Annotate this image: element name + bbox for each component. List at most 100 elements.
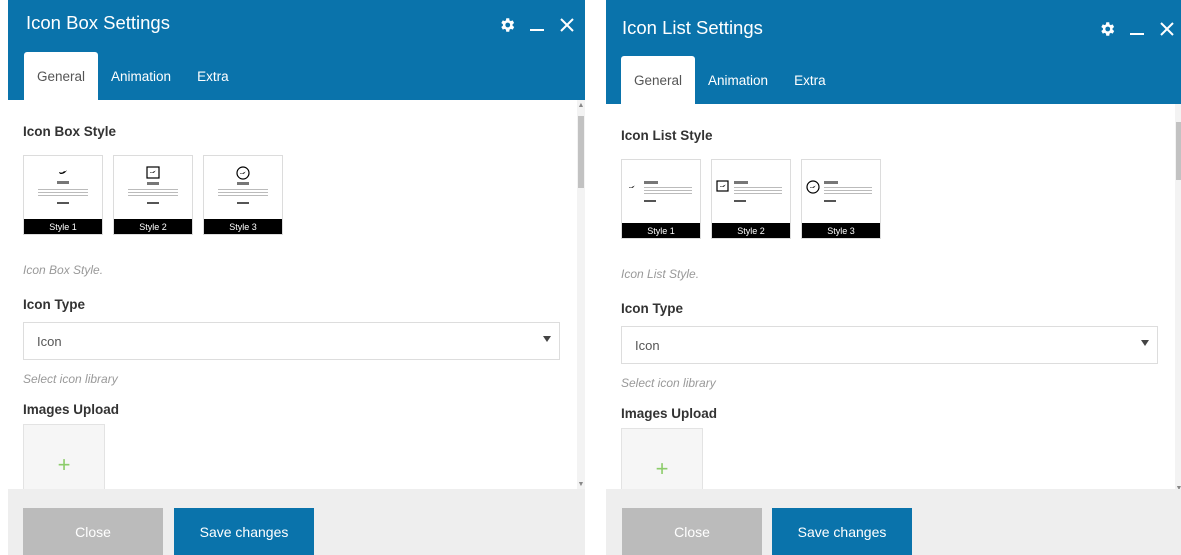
icon-circle [236, 166, 250, 180]
scrollbar-thumb[interactable] [578, 116, 584, 188]
style-option-3[interactable]: Style 3 [203, 155, 283, 235]
twitter-bird-icon [810, 185, 816, 188]
preview-heading [644, 181, 658, 184]
icon-type-value: Icon [635, 337, 660, 353]
preview-heading [237, 182, 249, 185]
plus-icon: + [655, 456, 669, 481]
preview-line [734, 193, 782, 194]
preview-line [218, 189, 268, 190]
tab-extra[interactable]: Extra [781, 56, 839, 104]
twitter-bird-icon [150, 170, 156, 173]
preview-line [644, 187, 692, 188]
settings-form: Icon List Style Style 1 Style 2 Style 3 … [606, 128, 1181, 493]
image-upload-button[interactable]: + [621, 428, 703, 493]
style-1-preview [38, 170, 88, 204]
tab-animation[interactable]: Animation [695, 56, 781, 104]
preview-line [218, 195, 268, 196]
preview-divider [237, 202, 249, 204]
panel-title: Icon Box Settings [26, 12, 170, 33]
icon-list-settings-panel: Icon List Settings General Animation Ext… [606, 0, 1181, 555]
preview-line [824, 187, 872, 188]
style-description: Icon Box Style. [23, 263, 104, 277]
preview-divider [147, 202, 159, 204]
panel-title: Icon List Settings [622, 17, 763, 38]
preview-divider [57, 202, 69, 204]
style-2-preview [128, 166, 178, 204]
chevron-down-icon [543, 336, 551, 342]
icon-type-value: Icon [37, 333, 62, 349]
minimize-icon[interactable] [1127, 18, 1147, 40]
preview-line [38, 189, 88, 190]
image-upload-button[interactable]: + [23, 424, 105, 489]
panel-body: Icon List Style Style 1 Style 2 Style 3 … [606, 104, 1181, 493]
header-controls [497, 12, 577, 38]
style-label: Icon List Style [621, 128, 713, 143]
scrollbar[interactable]: ▼ [1175, 104, 1181, 493]
style-options: Style 1 Style 2 Style 3 [621, 159, 1158, 239]
preview-line [824, 190, 872, 191]
tab-bar: General Animation Extra [24, 52, 242, 100]
preview-line [734, 187, 782, 188]
preview-line [38, 192, 88, 193]
preview-heading [824, 181, 838, 184]
minimize-icon[interactable] [527, 14, 547, 36]
tab-general[interactable]: General [24, 52, 99, 100]
scroll-down-icon[interactable]: ▼ [578, 481, 585, 488]
tab-extra[interactable]: Extra [184, 52, 242, 100]
twitter-bird-icon [59, 170, 67, 174]
preview-line [734, 190, 782, 191]
gear-icon[interactable] [1097, 18, 1117, 40]
save-changes-button[interactable]: Save changes [772, 508, 912, 555]
close-icon[interactable] [557, 14, 577, 36]
preview-divider [644, 200, 656, 202]
style-option-caption: Style 2 [114, 219, 192, 234]
style-3-preview [218, 166, 268, 204]
icon-type-description: Select icon library [23, 372, 118, 386]
style-options: Style 1 Style 2 Style 3 [23, 155, 560, 235]
style-option-caption: Style 3 [204, 219, 282, 234]
preview-heading [734, 181, 748, 184]
icon-type-description: Select icon library [621, 376, 716, 390]
preview-line [824, 193, 872, 194]
style-option-3[interactable]: Style 3 [801, 159, 881, 239]
scrollbar-thumb[interactable] [1176, 122, 1181, 180]
gear-icon[interactable] [497, 14, 517, 36]
icon-type-select[interactable]: Icon [621, 326, 1158, 364]
preview-line [218, 192, 268, 193]
preview-line [128, 195, 178, 196]
icon-box-settings-panel: Icon Box Settings General Animation Extr… [8, 0, 585, 555]
icon-type-label: Icon Type [23, 297, 86, 312]
panel-footer: Close Save changes [8, 489, 585, 555]
close-button[interactable]: Close [23, 508, 163, 555]
style-2-preview [716, 180, 782, 202]
panel-header: Icon Box Settings General Animation Extr… [8, 0, 585, 100]
scrollbar[interactable]: ▲ ▼ [577, 100, 585, 489]
tab-bar: General Animation Extra [621, 56, 839, 104]
scroll-up-icon[interactable]: ▲ [578, 102, 585, 109]
header-controls [1097, 16, 1177, 42]
icon-type-select[interactable]: Icon [23, 322, 560, 360]
tab-animation[interactable]: Animation [98, 52, 184, 100]
twitter-bird-icon [720, 184, 726, 187]
images-upload-label: Images Upload [23, 402, 120, 417]
chevron-down-icon [1141, 340, 1149, 346]
style-1-preview [629, 181, 692, 202]
close-button[interactable]: Close [622, 508, 762, 555]
style-option-caption: Style 3 [802, 223, 880, 238]
preview-divider [824, 200, 836, 202]
style-description: Icon List Style. [621, 267, 700, 281]
style-label: Icon Box Style [23, 124, 117, 139]
style-3-preview [806, 180, 872, 202]
style-option-1[interactable]: Style 1 [23, 155, 103, 235]
twitter-bird-icon [240, 171, 246, 174]
save-changes-button[interactable]: Save changes [174, 508, 314, 555]
style-option-2[interactable]: Style 2 [113, 155, 193, 235]
preview-heading [57, 181, 69, 184]
style-option-1[interactable]: Style 1 [621, 159, 701, 239]
style-option-2[interactable]: Style 2 [711, 159, 791, 239]
tab-general[interactable]: General [621, 56, 696, 104]
style-option-caption: Style 1 [622, 223, 700, 238]
panel-body: Icon Box Style Style 1 Style 2 Style 3 I… [8, 100, 585, 489]
panel-footer: Close Save changes [606, 489, 1181, 555]
close-icon[interactable] [1157, 18, 1177, 40]
